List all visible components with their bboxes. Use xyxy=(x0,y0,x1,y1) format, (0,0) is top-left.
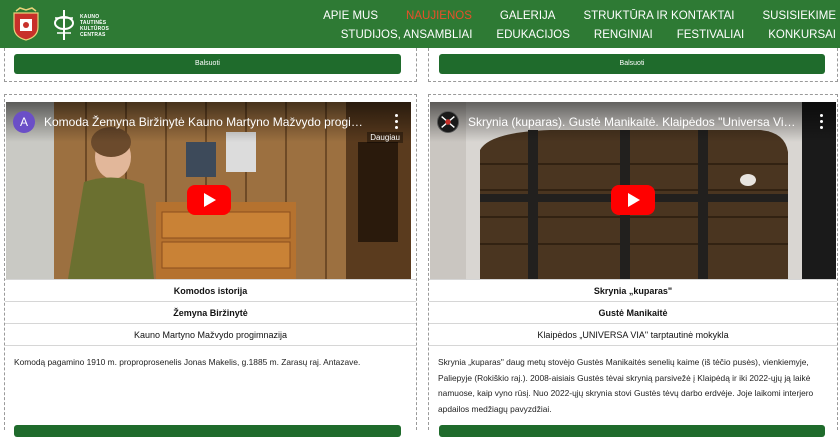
channel-avatar[interactable]: A xyxy=(13,111,35,133)
previous-card-right: Balsuoti xyxy=(428,48,838,82)
logo-line: CENTRAS xyxy=(80,32,106,38)
entry-author: Gustė Manikaitė xyxy=(429,301,837,323)
vote-button[interactable] xyxy=(14,425,401,437)
city-crest-logo[interactable] xyxy=(10,7,42,41)
play-icon[interactable] xyxy=(186,184,231,215)
site-header: KAUNO TAUTINĖS KULTŪROS CENTRAS APIE MUS… xyxy=(0,0,840,48)
play-icon[interactable] xyxy=(611,184,655,215)
logo-text: KAUNO TAUTINĖS KULTŪROS CENTRAS xyxy=(80,14,120,38)
vote-button[interactable]: Balsuoti xyxy=(439,54,825,74)
entry-card-skrynia: Skrynia (kuparas). Gustė Manikaitė. Klai… xyxy=(428,94,838,437)
video-title[interactable]: Skrynia (kuparas). Gustė Manikaitė. Klai… xyxy=(468,115,796,129)
entry-title: Komodos istorija xyxy=(5,279,416,301)
main-nav-row-2: STUDIJOS, ANSAMBLIAI EDUKACIJOS RENGINIA… xyxy=(317,29,836,41)
vote-button[interactable]: Balsuoti xyxy=(14,54,401,74)
entry-author: Žemyna Biržinytė xyxy=(5,301,416,323)
nav-renginiai[interactable]: RENGINIAI xyxy=(594,29,653,41)
entry-description: Komodą pagamino 1910 m. proproprosenelis… xyxy=(5,345,416,371)
more-options-icon[interactable] xyxy=(820,114,824,130)
nav-susisiekime[interactable]: SUSISIEKIME xyxy=(763,10,837,22)
previous-card-left: Balsuoti xyxy=(4,48,417,82)
nav-festivaliai[interactable]: FESTIVALIAI xyxy=(677,29,745,41)
ktkc-emblem-logo[interactable] xyxy=(52,9,76,41)
nav-galerija[interactable]: GALERIJA xyxy=(500,10,556,22)
more-label[interactable]: Daugiau xyxy=(367,132,403,143)
youtube-video-player[interactable]: Skrynia (kuparas). Gustė Manikaitė. Klai… xyxy=(430,102,836,279)
nav-konkursai[interactable]: KONKURSAI xyxy=(768,29,836,41)
entry-description: Skrynia „kuparas" daug metų stovėjo Gust… xyxy=(429,345,837,417)
main-nav-row-1: APIE MUS NAUJIENOS GALERIJA STRUKTŪRA IR… xyxy=(295,10,836,22)
entry-school: Kauno Martyno Mažvydo progimnazija xyxy=(5,323,416,345)
entry-title: Skrynia „kuparas" xyxy=(429,279,837,301)
channel-logo-icon[interactable] xyxy=(437,111,459,133)
vote-button[interactable] xyxy=(439,425,825,437)
nav-studijos-ansambliai[interactable]: STUDIJOS, ANSAMBLIAI xyxy=(341,29,473,41)
youtube-video-player[interactable]: A Komoda Žemyna Biržinytė Kauno Martyno … xyxy=(6,102,411,279)
more-options-icon[interactable] xyxy=(395,114,399,130)
entry-card-komoda: A Komoda Žemyna Biržinytė Kauno Martyno … xyxy=(4,94,417,437)
entry-school: Klaipėdos „UNIVERSA VIA" tarptautinė mok… xyxy=(429,323,837,345)
nav-struktura-ir-kontaktai[interactable]: STRUKTŪRA IR KONTAKTAI xyxy=(583,10,734,22)
video-title[interactable]: Komoda Žemyna Biržinytė Kauno Martyno Ma… xyxy=(44,115,371,129)
nav-apie-mus[interactable]: APIE MUS xyxy=(323,10,378,22)
nav-naujienos[interactable]: NAUJIENOS xyxy=(406,10,472,22)
nav-edukacijos[interactable]: EDUKACIJOS xyxy=(496,29,570,41)
